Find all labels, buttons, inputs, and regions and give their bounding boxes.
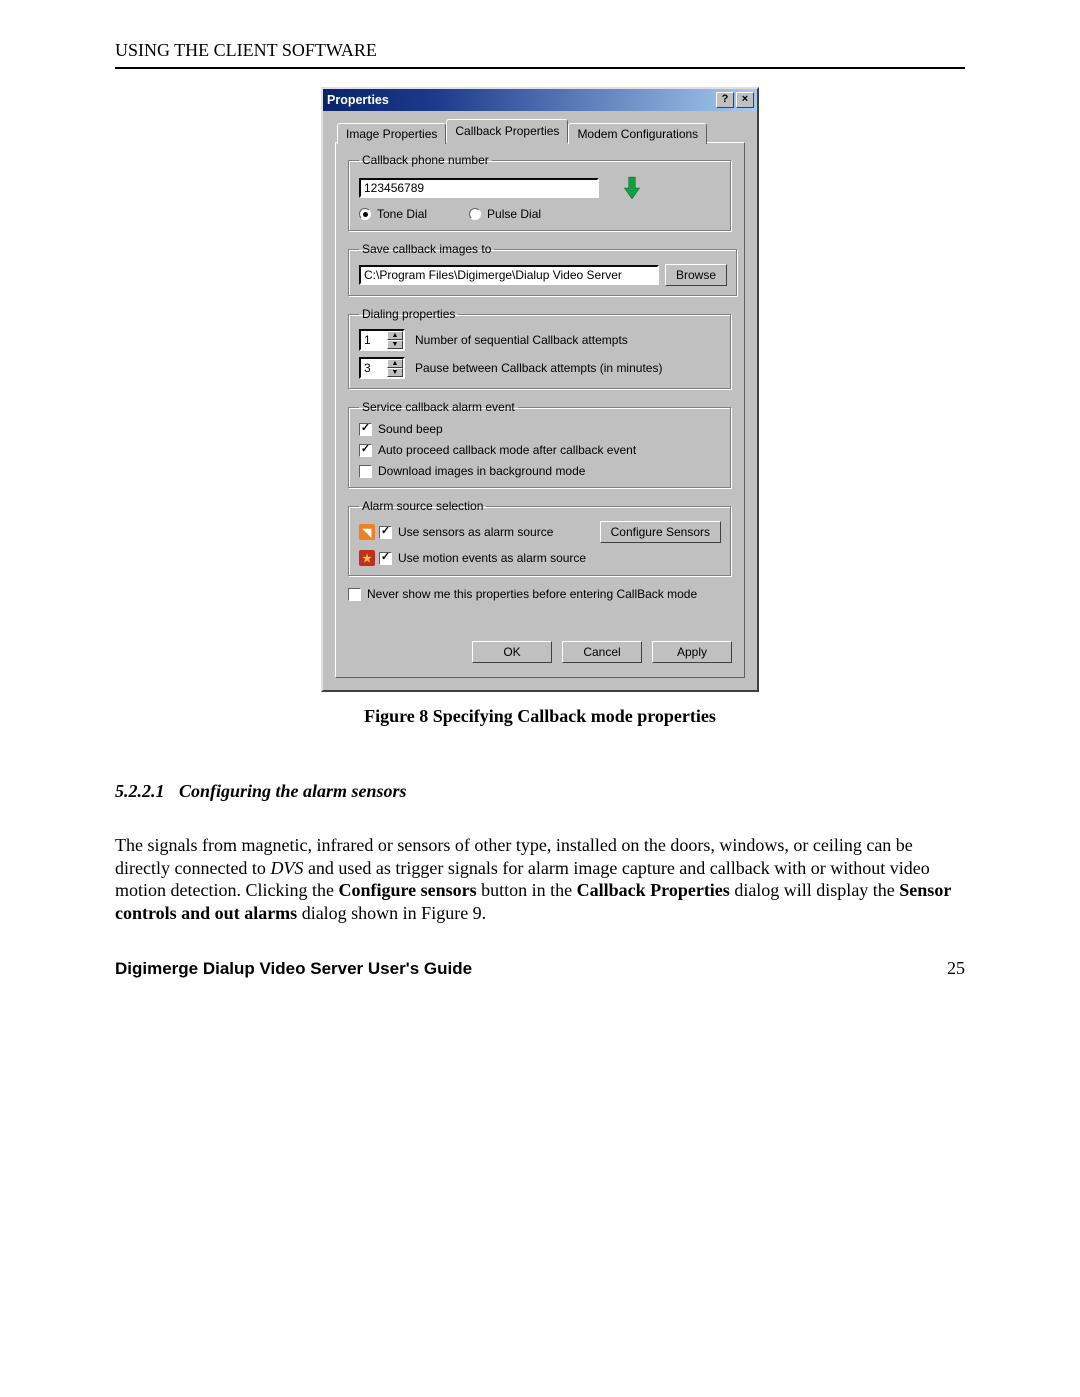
checkbox-never-show[interactable]: Never show me this properties before ent…	[348, 587, 697, 601]
close-button[interactable]: ×	[736, 92, 754, 108]
ok-button[interactable]: OK	[472, 641, 552, 663]
properties-dialog: Properties ? × Image Properties Callback…	[321, 87, 759, 692]
pause-label: Pause between Callback attempts (in minu…	[415, 361, 662, 375]
section-header: USING THE CLIENT SOFTWARE	[115, 40, 965, 61]
label-use-motion: Use motion events as alarm source	[398, 551, 586, 565]
checkbox-use-sensors[interactable]: Use sensors as alarm source	[379, 525, 553, 539]
legend-callback-phone: Callback phone number	[359, 153, 492, 167]
sensor-icon: ◥	[359, 524, 375, 540]
checkbox-download-bg[interactable]: Download images in background mode	[359, 464, 585, 478]
checkbox-auto-proceed[interactable]: Auto proceed callback mode after callbac…	[359, 443, 636, 457]
pause-stepper[interactable]: 3 ▲ ▼	[359, 357, 405, 379]
tab-panel: Callback phone number Tone Dial	[335, 142, 745, 678]
label-use-sensors: Use sensors as alarm source	[398, 525, 553, 539]
header-rule	[115, 67, 965, 69]
spinner-up-icon[interactable]: ▲	[387, 359, 403, 368]
radio-dot-icon	[469, 208, 481, 220]
spinner-down-icon[interactable]: ▼	[387, 340, 403, 349]
group-save-to: Save callback images to Browse	[348, 242, 738, 297]
dialog-title: Properties	[327, 93, 389, 107]
tab-strip: Image Properties Callback Properties Mod…	[335, 119, 745, 143]
group-service: Service callback alarm event Sound beep …	[348, 400, 732, 489]
cancel-button[interactable]: Cancel	[562, 641, 642, 663]
radio-tone-dial[interactable]: Tone Dial	[359, 207, 427, 221]
tab-image-properties[interactable]: Image Properties	[337, 123, 446, 144]
radio-dot-icon	[359, 208, 371, 220]
label-never-show: Never show me this properties before ent…	[367, 587, 697, 601]
label-download-bg: Download images in background mode	[378, 464, 585, 478]
attempts-value: 1	[361, 331, 387, 349]
tab-modem-configurations[interactable]: Modem Configurations	[568, 123, 707, 144]
page-number: 25	[947, 958, 965, 979]
configure-sensors-button[interactable]: Configure Sensors	[600, 521, 721, 543]
legend-dialing: Dialing properties	[359, 307, 458, 321]
motion-icon: ★	[359, 550, 375, 566]
checkbox-use-motion[interactable]: Use motion events as alarm source	[379, 551, 586, 565]
legend-service: Service callback alarm event	[359, 400, 518, 414]
spinner-up-icon[interactable]: ▲	[387, 331, 403, 340]
group-dialing: Dialing properties 1 ▲ ▼ Number of seque…	[348, 307, 732, 390]
attempts-stepper[interactable]: 1 ▲ ▼	[359, 329, 405, 351]
checkbox-sound-beep[interactable]: Sound beep	[359, 422, 443, 436]
checkbox-icon	[379, 552, 392, 565]
checkbox-icon	[359, 423, 372, 436]
dialog-titlebar: Properties ? ×	[323, 89, 757, 111]
pause-value: 3	[361, 359, 387, 377]
attempts-label: Number of sequential Callback attempts	[415, 333, 628, 347]
arrow-icon	[619, 175, 645, 201]
phone-input[interactable]	[359, 178, 599, 198]
figure-caption: Figure 8 Specifying Callback mode proper…	[115, 706, 965, 727]
checkbox-icon	[359, 444, 372, 457]
radio-pulse-dial[interactable]: Pulse Dial	[469, 207, 541, 221]
browse-button[interactable]: Browse	[665, 264, 727, 286]
radio-tone-label: Tone Dial	[377, 207, 427, 221]
spinner-down-icon[interactable]: ▼	[387, 368, 403, 377]
tab-callback-properties[interactable]: Callback Properties	[446, 119, 568, 143]
label-sound-beep: Sound beep	[378, 422, 443, 436]
checkbox-icon	[359, 465, 372, 478]
checkbox-icon	[348, 588, 361, 601]
checkbox-icon	[379, 526, 392, 539]
label-auto-proceed: Auto proceed callback mode after callbac…	[378, 443, 636, 457]
subsection-title: Configuring the alarm sensors	[179, 781, 407, 802]
subsection-number: 5.2.2.1	[115, 781, 179, 802]
legend-save-to: Save callback images to	[359, 242, 494, 256]
group-callback-phone: Callback phone number Tone Dial	[348, 153, 732, 232]
legend-alarm: Alarm source selection	[359, 499, 486, 513]
save-path-input[interactable]	[359, 265, 659, 285]
body-paragraph: The signals from magnetic, infrared or s…	[115, 834, 965, 924]
apply-button[interactable]: Apply	[652, 641, 732, 663]
help-button[interactable]: ?	[716, 92, 734, 108]
radio-pulse-label: Pulse Dial	[487, 207, 541, 221]
footer-doc-title: Digimerge Dialup Video Server User's Gui…	[115, 959, 472, 979]
group-alarm-source: Alarm source selection ◥ Use sensors as …	[348, 499, 732, 577]
